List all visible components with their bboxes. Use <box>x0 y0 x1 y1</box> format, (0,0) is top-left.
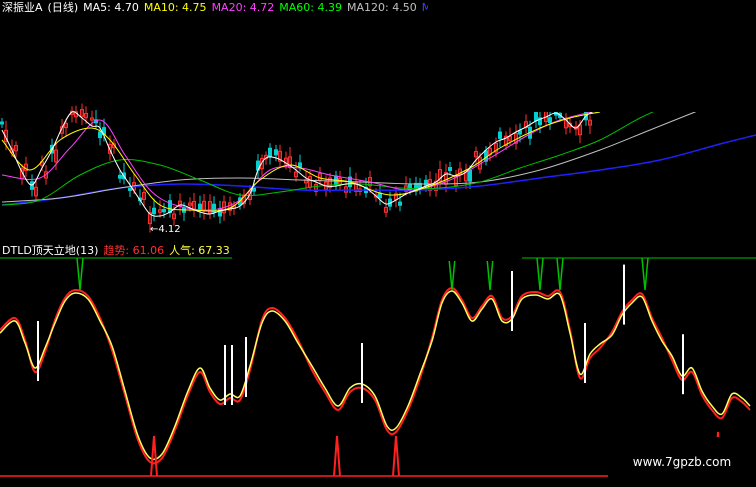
candle-body <box>252 186 256 192</box>
candle-body <box>30 181 34 190</box>
attack-spike <box>392 435 400 477</box>
sell-spike <box>556 257 564 291</box>
price-legend-item: MA10: 4.75 <box>143 1 207 14</box>
indicator-legend-item: 人气: 67.33 <box>169 244 230 257</box>
overlay-black-box <box>232 226 522 261</box>
overlay-black-box <box>428 0 756 112</box>
candle-body <box>98 131 102 139</box>
low-price-label: ←4.12 <box>150 224 181 235</box>
candle-body <box>424 179 428 186</box>
candle-body <box>518 130 522 135</box>
candle-body <box>448 167 452 172</box>
price-legend-item: (日线) <box>47 1 79 14</box>
candle-body <box>268 147 272 157</box>
price-legend-item: MA20: 4.72 <box>211 1 275 14</box>
candle-body <box>218 208 222 217</box>
stock-chart-window: 深振业A (日线) MA5: 4.70 MA10: 4.75 MA20: 4.72 MA6… <box>0 0 756 487</box>
sell-spike <box>536 257 544 291</box>
price-legend-item: MA60: 4.39 <box>279 1 342 14</box>
attack-spike <box>150 435 158 477</box>
price-legend-item: MA120: 4.50 <box>347 1 417 14</box>
candle-body <box>298 162 302 168</box>
popularity-line <box>0 290 751 461</box>
indicator-legend-item: 趋势: 61.06 <box>103 244 165 257</box>
sell-spike <box>76 257 84 291</box>
candle-body <box>274 149 278 156</box>
candle-body <box>0 121 4 125</box>
candle-body <box>548 117 552 124</box>
candle-body <box>498 131 502 139</box>
attack-spike <box>333 435 341 477</box>
sell-spike <box>448 257 456 291</box>
indicator-legend-item: DTLD顶天立地(13) <box>2 244 99 257</box>
sell-spike <box>486 257 494 291</box>
candle-body <box>152 207 156 215</box>
candle-body <box>468 169 472 182</box>
price-panel-legend: 深振业A (日线) MA5: 4.70 MA10: 4.75 MA20: 4.72 MA6… <box>2 0 468 16</box>
sell-spike <box>641 257 649 291</box>
candle-body <box>118 174 122 179</box>
watermark: www.7gpzb.com <box>608 437 756 487</box>
candle-body <box>398 201 402 206</box>
candle-body <box>162 208 166 213</box>
price-legend-item: 深振业A <box>2 1 43 14</box>
price-legend-item: MA5: 4.70 <box>83 1 139 14</box>
